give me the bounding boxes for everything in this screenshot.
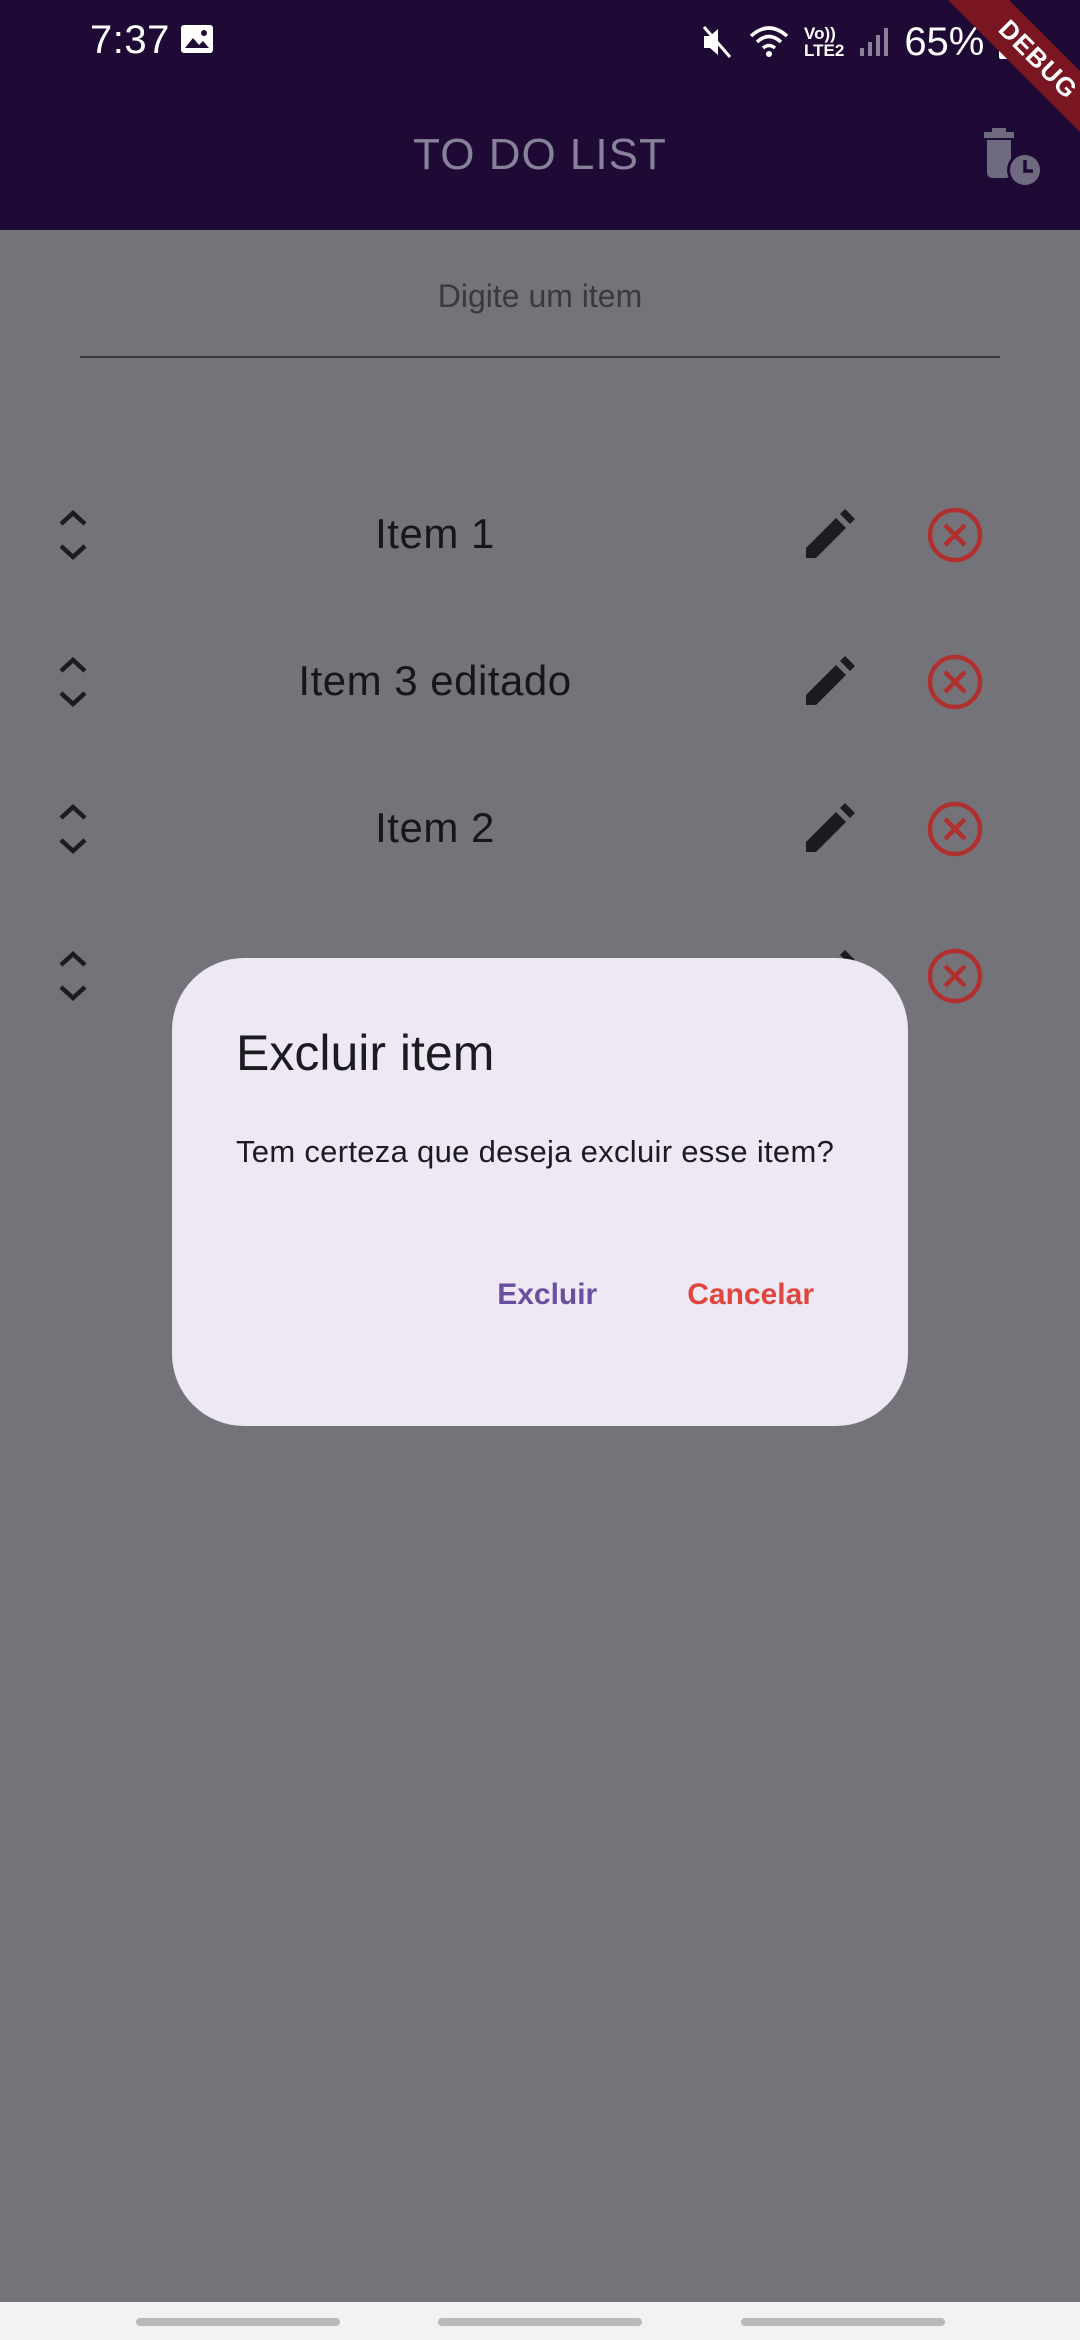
wifi-icon xyxy=(749,26,789,57)
new-item-input[interactable] xyxy=(80,266,1000,326)
confirm-delete-dialog: Excluir item Tem certeza que deseja excl… xyxy=(172,958,908,1426)
volte-bottom-label: LTE2 xyxy=(804,41,845,60)
battery-percentage: 65% xyxy=(904,19,985,64)
dialog-actions: Excluir Cancelar xyxy=(497,1278,814,1312)
circle-x-icon[interactable] xyxy=(926,800,984,858)
circle-x-icon[interactable] xyxy=(926,506,984,564)
signal-icon xyxy=(860,28,889,56)
cancel-button[interactable]: Cancelar xyxy=(687,1278,814,1312)
status-time: 7:37 xyxy=(90,18,170,62)
circle-x-icon[interactable] xyxy=(926,947,984,1005)
dialog-message: Tem certeza que deseja excluir esse item… xyxy=(236,1134,835,1169)
mute-icon xyxy=(702,26,732,58)
nav-back-pill[interactable] xyxy=(741,2318,945,2326)
app-bar: TO DO LIST xyxy=(0,84,1080,230)
item-label: Item 2 xyxy=(375,804,495,851)
volte-icon: Vo)) LTE2 xyxy=(804,25,844,59)
system-nav-bar xyxy=(0,2302,1080,2340)
confirm-delete-button[interactable]: Excluir xyxy=(497,1278,597,1312)
delete-history-icon[interactable] xyxy=(980,122,1050,192)
volte-top-label: Vo)) xyxy=(804,24,836,43)
item-label: Item 1 xyxy=(375,510,495,557)
new-item-field xyxy=(80,266,1000,358)
nav-home-pill[interactable] xyxy=(438,2318,642,2326)
reorder-handle-icon[interactable] xyxy=(56,802,90,856)
status-bar: 7:37 Vo)) LTE2 65% xyxy=(0,0,1080,84)
pencil-icon[interactable] xyxy=(800,655,856,711)
app-title: TO DO LIST xyxy=(413,130,667,179)
battery-icon xyxy=(999,25,1020,59)
list-item: Item 3 editado xyxy=(0,607,1080,754)
reorder-handle-icon[interactable] xyxy=(56,655,90,709)
list-item: Item 2 xyxy=(0,754,1080,901)
nav-recents-pill[interactable] xyxy=(136,2318,340,2326)
reorder-handle-icon[interactable] xyxy=(56,508,90,562)
pencil-icon[interactable] xyxy=(800,508,856,564)
reorder-handle-icon[interactable] xyxy=(56,949,90,1003)
circle-x-icon[interactable] xyxy=(926,653,984,711)
pencil-icon[interactable] xyxy=(800,802,856,858)
dialog-title: Excluir item xyxy=(236,1025,495,1081)
list-item: Item 1 xyxy=(0,460,1080,607)
gallery-icon xyxy=(181,25,213,53)
item-label: Item 3 editado xyxy=(298,657,572,704)
